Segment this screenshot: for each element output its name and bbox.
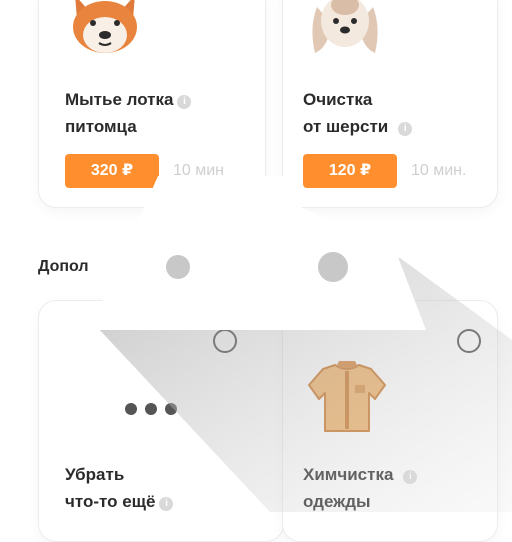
info-icon[interactable]: i: [159, 497, 174, 511]
service-title-line1: Мытье лотка: [65, 90, 174, 109]
extra-title-line2: одежды: [303, 492, 371, 511]
service-title-line2: от шерсти: [303, 117, 389, 136]
extra-card-other[interactable]: Убрать что-то ещё i: [38, 300, 284, 542]
info-icon[interactable]: i: [398, 122, 413, 136]
section-title-left: Допол: [38, 258, 89, 275]
select-radio[interactable]: [213, 329, 237, 353]
shirt-icon: [308, 361, 386, 432]
info-icon[interactable]: i: [177, 95, 192, 109]
decorative-circle: [318, 252, 348, 282]
price-badge: 320 ₽: [65, 154, 159, 188]
duration-label: 10 мин: [173, 162, 225, 179]
dog-shihtzu-icon: [312, 0, 378, 53]
price-badge: 120 ₽: [303, 154, 397, 188]
section-title: Допол ьны: [38, 258, 180, 276]
service-title-line1: Очистка: [303, 90, 373, 109]
extra-title-line2: что-то ещё: [65, 492, 156, 511]
service-card-litter[interactable]: Мытье лотка i питомца 320 ₽ 10 мин: [38, 0, 266, 208]
info-icon[interactable]: i: [403, 470, 418, 484]
service-card-fur[interactable]: Очистка от шерсти i 120 ₽ 10 мин.: [282, 0, 498, 208]
duration-label: 10 мин.: [411, 162, 467, 179]
extra-title-line1: Химчистка: [303, 465, 394, 484]
select-radio[interactable]: [457, 329, 481, 353]
decorative-circle: [166, 255, 190, 279]
extra-title-line1: Убрать: [65, 465, 125, 484]
dog-akita-icon: [73, 0, 137, 53]
service-title-line2: питомца: [65, 117, 137, 136]
extra-card-drycleaning[interactable]: Химчистка i одежды: [282, 300, 498, 542]
